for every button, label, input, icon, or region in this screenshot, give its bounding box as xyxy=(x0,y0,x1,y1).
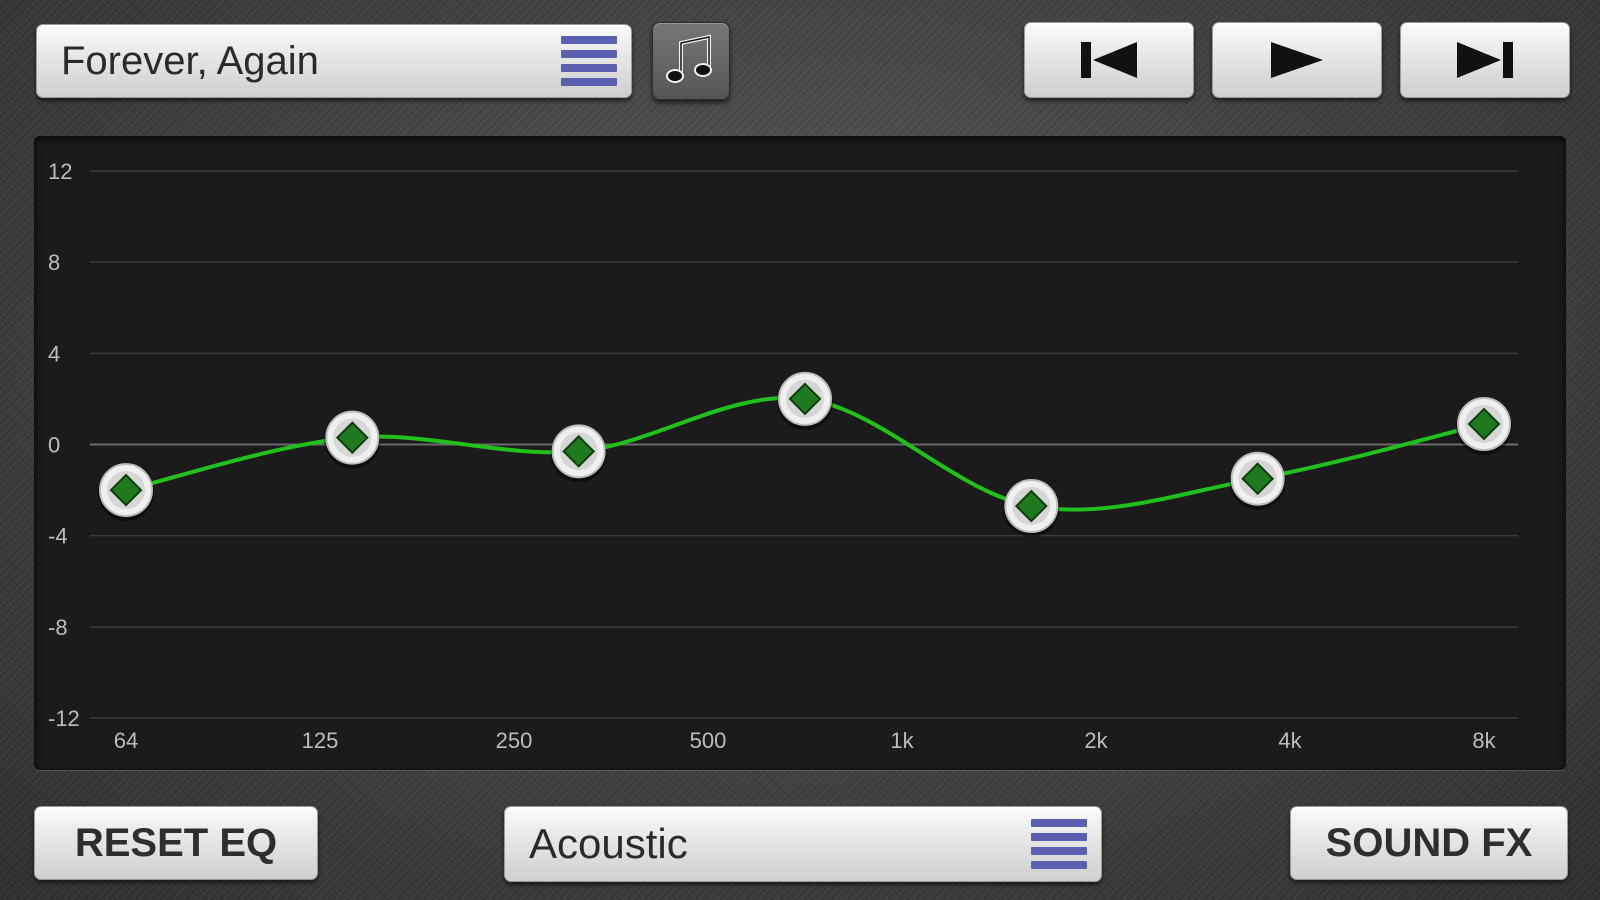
preset-value: Acoustic xyxy=(529,820,688,867)
y-tick-label: -4 xyxy=(48,524,68,549)
y-tick-label: 12 xyxy=(48,159,72,184)
eq-band-handle[interactable] xyxy=(324,410,381,469)
list-icon[interactable] xyxy=(1031,819,1087,869)
eq-band-handle[interactable] xyxy=(1229,451,1286,510)
x-tick-label: 2k xyxy=(1084,728,1108,753)
equalizer-chart[interactable]: 12 8 4 0 -4 -8 -12 64 125 250 500 1k 2k 4k 8k xyxy=(34,136,1566,770)
play-button[interactable] xyxy=(1212,22,1382,98)
list-icon[interactable] xyxy=(561,36,617,86)
y-tick-label: 0 xyxy=(48,433,60,458)
x-tick-label: 4k xyxy=(1278,728,1302,753)
x-tick-label: 125 xyxy=(302,728,339,753)
sound-fx-button[interactable]: SOUND FX xyxy=(1290,806,1568,880)
x-tick-label: 250 xyxy=(496,728,533,753)
track-title: Forever, Again xyxy=(61,38,319,83)
eq-band-handle[interactable] xyxy=(1003,479,1060,538)
track-selector[interactable]: Forever, Again xyxy=(36,24,632,98)
eq-band-handle[interactable] xyxy=(777,371,833,430)
eq-band-handle[interactable] xyxy=(1456,396,1512,455)
x-tick-label: 8k xyxy=(1472,728,1496,753)
music-library-button[interactable] xyxy=(652,22,730,100)
y-tick-label: -8 xyxy=(48,615,68,640)
x-tick-label: 64 xyxy=(114,728,138,753)
equalizer-graph[interactable]: 12 8 4 0 -4 -8 -12 64 125 250 500 1k 2k 4k 8k xyxy=(34,136,1566,770)
y-tick-label: -12 xyxy=(48,706,80,731)
music-note-icon xyxy=(666,34,712,83)
eq-band-handle[interactable] xyxy=(98,463,154,522)
x-tick-label: 1k xyxy=(890,728,914,753)
play-icon xyxy=(1271,42,1323,78)
next-track-button[interactable] xyxy=(1400,22,1570,98)
reset-eq-button[interactable]: RESET EQ xyxy=(34,806,318,880)
previous-track-button[interactable] xyxy=(1024,22,1194,98)
skip-back-icon xyxy=(1081,42,1137,78)
preset-selector[interactable]: Acoustic xyxy=(504,806,1102,882)
y-tick-label: 4 xyxy=(48,341,60,366)
y-tick-label: 8 xyxy=(48,250,60,275)
eq-band-handle[interactable] xyxy=(550,424,607,483)
x-tick-label: 500 xyxy=(690,728,727,753)
skip-forward-icon xyxy=(1457,42,1513,78)
